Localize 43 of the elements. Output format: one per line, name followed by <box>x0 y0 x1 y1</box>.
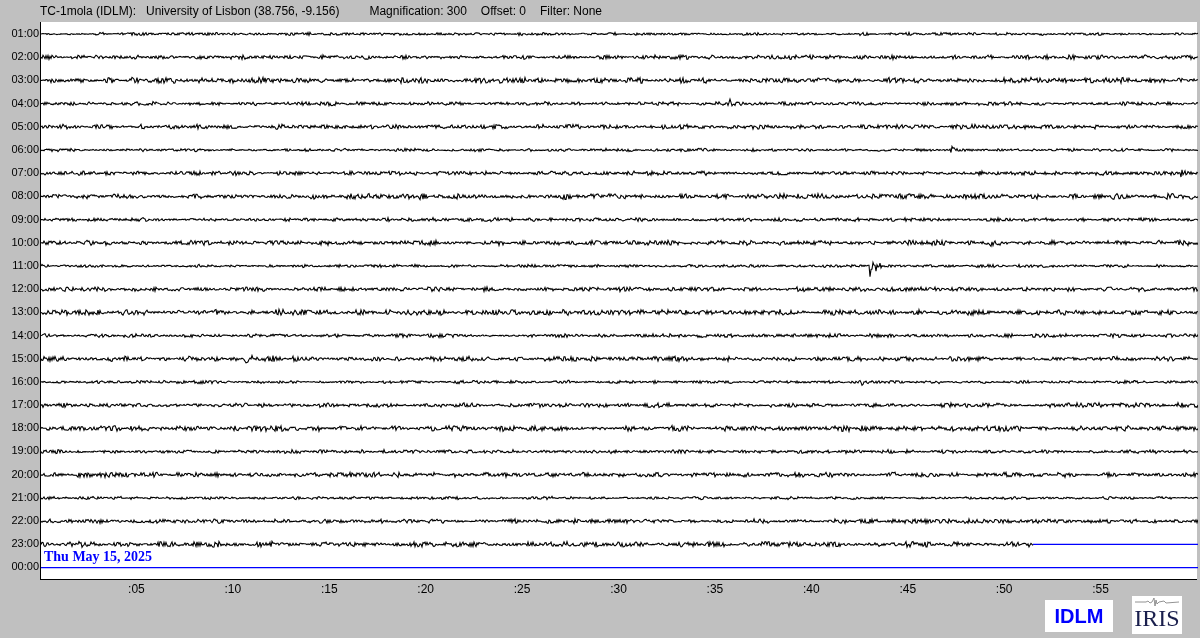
time-label: 02:00 <box>11 51 40 63</box>
time-label: 17:00 <box>11 399 40 411</box>
time-label: 07:00 <box>11 167 40 179</box>
magnification-label: Magnification: 300 <box>369 3 467 20</box>
time-label: 11:00 <box>12 259 40 271</box>
time-label: 16:00 <box>11 375 40 387</box>
time-label: 12:00 <box>11 283 40 295</box>
time-label: 13:00 <box>11 306 40 318</box>
time-label: 15:00 <box>11 352 40 364</box>
minute-tick-label: :05 <box>128 583 145 595</box>
time-label: 01:00 <box>11 28 40 40</box>
time-label: 09:00 <box>11 213 40 225</box>
minute-tick-label: :10 <box>224 583 242 595</box>
iris-logo: IRIS <box>1132 596 1182 634</box>
time-label: 04:00 <box>11 97 40 109</box>
minute-tick-label: :55 <box>1092 583 1109 595</box>
minute-tick-label: :35 <box>706 583 724 595</box>
time-label: 14:00 <box>11 329 40 341</box>
minute-tick-label: :20 <box>417 583 434 595</box>
minute-tick-label: :50 <box>995 583 1013 595</box>
time-label: 20:00 <box>11 468 40 480</box>
filter-label: Filter: None <box>540 3 603 20</box>
date-label: Thu May 15, 2025 <box>44 550 153 564</box>
minute-tick-label: :45 <box>899 583 917 595</box>
time-label: 23:00 <box>11 538 40 550</box>
minute-tick-label: :40 <box>803 583 820 595</box>
time-label: 03:00 <box>11 74 40 86</box>
time-label: 18:00 <box>11 422 40 434</box>
time-label: 10:00 <box>11 236 40 248</box>
time-label: 19:00 <box>11 445 40 457</box>
location-label: University of Lisbon (38.756, -9.156) <box>146 3 340 20</box>
time-label: 05:00 <box>11 120 40 132</box>
minute-tick-label: :15 <box>320 583 338 595</box>
time-label: 08:00 <box>11 190 40 202</box>
time-label: 06:00 <box>11 144 40 156</box>
time-label: 21:00 <box>11 491 40 503</box>
station-label: TC-1mola (IDLM): <box>40 3 136 20</box>
minute-tick-label: :25 <box>513 583 531 595</box>
network-logo: IDLM <box>1054 606 1104 626</box>
offset-label: Offset: 0 <box>480 3 526 20</box>
time-label: 22:00 <box>11 515 40 527</box>
time-label: 00:00 <box>11 561 40 573</box>
minute-tick-label: :30 <box>610 583 627 595</box>
